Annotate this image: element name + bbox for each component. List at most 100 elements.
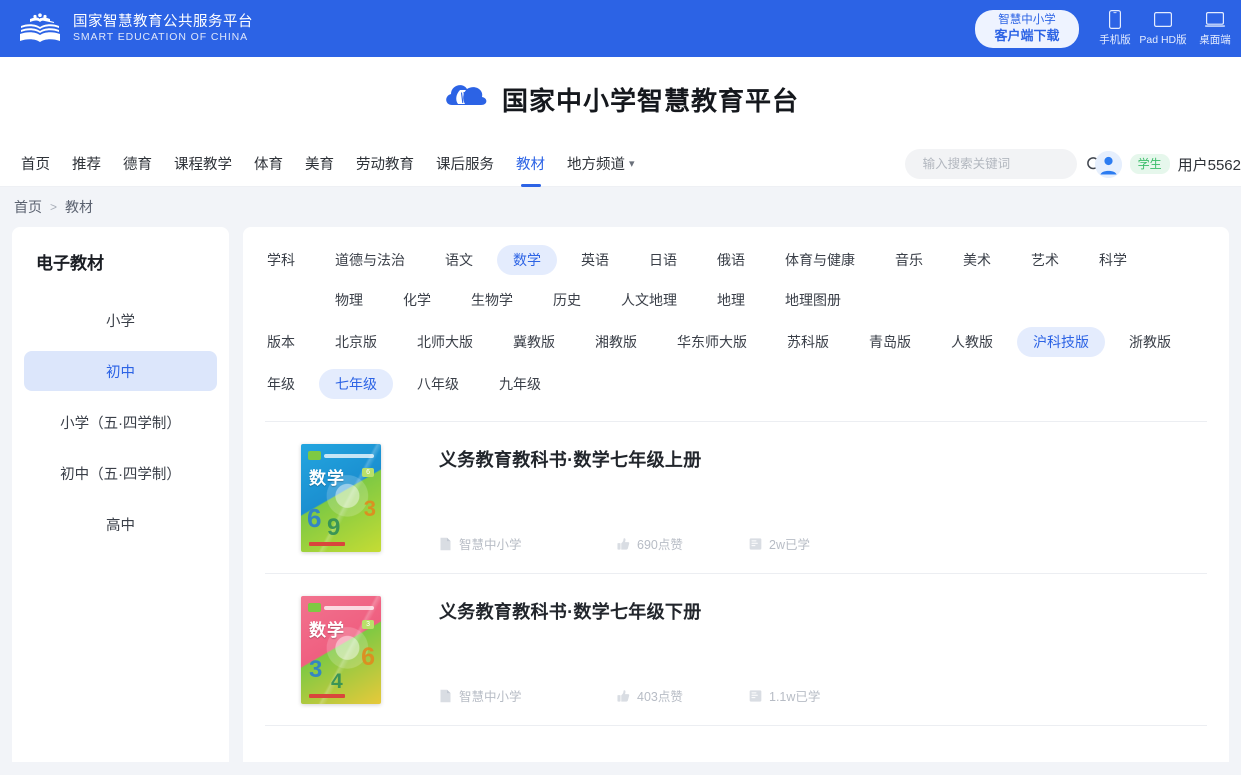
chip-subject-8[interactable]: 美术 [947, 245, 1007, 275]
sidebar-item-primary-54[interactable]: 小学（五·四学制） [24, 402, 217, 442]
avatar[interactable] [1094, 150, 1122, 178]
chip-grade-2[interactable]: 九年级 [483, 369, 557, 399]
book-list-item[interactable]: 数学 3 3 6 4 义务教育教科书·数学七年级下册 智慧中小学 403点赞 1… [265, 574, 1207, 726]
chip-subject-1[interactable]: 语文 [429, 245, 489, 275]
chip-subject-14[interactable]: 历史 [537, 285, 597, 315]
sidebar-item-primary[interactable]: 小学 [24, 300, 217, 340]
cover-header-strip [308, 451, 374, 460]
chip-label: 七年级 [335, 376, 377, 392]
nav-item-afterschool[interactable]: 课后服务 [425, 141, 505, 187]
book-title[interactable]: 义务教育教科书·数学七年级下册 [439, 598, 1207, 624]
chip-subject-13[interactable]: 生物学 [455, 285, 529, 315]
top-utility-bar: 国家智慧教育公共服务平台 SMART EDUCATION OF CHINA 智慧… [0, 0, 1241, 57]
chip-subject-16[interactable]: 地理 [701, 285, 761, 315]
topbar-actions: 智慧中小学 客户端下载 手机版 Pad HD版 桌面端 [975, 0, 1241, 57]
nav-item-local-channel[interactable]: 地方频道 ▾ [556, 141, 646, 187]
user-name: 用户5562 [1177, 156, 1241, 174]
chip-label: 道德与法治 [335, 252, 405, 268]
filter-row-grade: 年级 七年级 八年级 九年级 [265, 369, 1207, 409]
user-role-badge: 学生 [1129, 154, 1170, 174]
cloud-book-icon [442, 77, 490, 122]
chip-version-6[interactable]: 青岛版 [853, 327, 927, 357]
sidebar-item-label: 高中 [106, 517, 135, 534]
cover-seal-icon [308, 603, 321, 612]
chip-label: 俄语 [717, 252, 745, 268]
chip-label: 生物学 [471, 292, 513, 308]
nav-item-textbooks[interactable]: 教材 [505, 141, 556, 187]
nav-item-pe[interactable]: 体育 [243, 141, 294, 187]
nav-item-courses[interactable]: 课程教学 [163, 141, 243, 187]
chip-subject-11[interactable]: 物理 [319, 285, 379, 315]
chip-subject-17[interactable]: 地理图册 [769, 285, 857, 315]
search-input[interactable] [920, 156, 1086, 172]
chip-subject-10[interactable]: 科学 [1083, 245, 1143, 275]
client-download-button[interactable]: 智慧中小学 客户端下载 [975, 9, 1079, 48]
book-title[interactable]: 义务教育教科书·数学七年级上册 [439, 446, 1207, 472]
chip-subject-7[interactable]: 音乐 [879, 245, 939, 275]
book-cover-image[interactable]: 数学 6 6 9 3 [301, 444, 381, 552]
main-navigation: 首页 推荐 德育 课程教学 体育 美育 劳动教育 课后服务 教材 地方频道 ▾ … [0, 141, 1241, 187]
chip-version-0[interactable]: 北京版 [319, 327, 393, 357]
download-pad[interactable]: Pad HD版 [1137, 10, 1189, 47]
chip-subject-3[interactable]: 英语 [565, 245, 625, 275]
chip-label: 湘教版 [595, 334, 637, 350]
nav-item-arts[interactable]: 美育 [294, 141, 345, 187]
book-list-item[interactable]: 数学 6 6 9 3 义务教育教科书·数学七年级上册 智慧中小学 690点赞 2… [265, 422, 1207, 574]
chip-version-8[interactable]: 沪科技版 [1017, 327, 1105, 357]
book-meta: 智慧中小学 403点赞 1.1w已学 [439, 686, 1207, 705]
filter-row-version: 版本 北京版 北师大版 冀教版 湘教版 华东师大版 苏科版 青岛版 人教版 沪科… [265, 327, 1207, 367]
sidebar-item-label: 初中（五·四学制） [60, 466, 181, 483]
chip-version-5[interactable]: 苏科版 [771, 327, 845, 357]
download-pad-label: Pad HD版 [1139, 34, 1187, 46]
site-logo[interactable]: 国家中小学智慧教育平台 [442, 77, 799, 122]
chip-grade-0[interactable]: 七年级 [319, 369, 393, 399]
platform-logo[interactable]: 国家智慧教育公共服务平台 SMART EDUCATION OF CHINA [18, 12, 253, 46]
chip-subject-15[interactable]: 人文地理 [605, 285, 693, 315]
chip-version-3[interactable]: 湘教版 [579, 327, 653, 357]
chip-label: 科学 [1099, 252, 1127, 268]
chip-version-1[interactable]: 北师大版 [401, 327, 489, 357]
chip-subject-0[interactable]: 道德与法治 [319, 245, 421, 275]
nav-item-recommend[interactable]: 推荐 [61, 141, 112, 187]
brand-title-en: SMART EDUCATION OF CHINA [73, 30, 249, 43]
document-icon [439, 537, 452, 551]
nav-item-labor[interactable]: 劳动教育 [345, 141, 425, 187]
user-area[interactable]: 学生 用户5562 [1094, 150, 1241, 178]
chip-label: 音乐 [895, 252, 923, 268]
book-likes: 690点赞 [617, 534, 749, 553]
chip-version-7[interactable]: 人教版 [935, 327, 1009, 357]
chip-grade-1[interactable]: 八年级 [401, 369, 475, 399]
download-desktop[interactable]: 桌面端 [1189, 10, 1241, 47]
chip-subject-2[interactable]: 数学 [497, 245, 557, 275]
chip-subject-5[interactable]: 俄语 [701, 245, 761, 275]
document-icon [439, 689, 452, 703]
nav-label: 美育 [305, 157, 334, 173]
study-icon [749, 689, 762, 703]
cover-seal-icon [308, 451, 321, 460]
chip-version-2[interactable]: 冀教版 [497, 327, 571, 357]
chip-subject-12[interactable]: 化学 [387, 285, 447, 315]
search-box[interactable] [904, 149, 1102, 179]
book-learners: 2w已学 [749, 534, 810, 553]
nav-item-moral[interactable]: 德育 [112, 141, 163, 187]
chip-subject-9[interactable]: 艺术 [1015, 245, 1075, 275]
sidebar-item-senior[interactable]: 高中 [24, 504, 217, 544]
breadcrumb-item-home[interactable]: 首页 [14, 197, 42, 217]
chip-label: 苏科版 [787, 334, 829, 350]
chip-subject-6[interactable]: 体育与健康 [769, 245, 871, 275]
sidebar: 电子教材 小学 初中 小学（五·四学制） 初中（五·四学制） 高中 [12, 227, 229, 762]
nav-item-home[interactable]: 首页 [10, 141, 61, 187]
book-info: 义务教育教科书·数学七年级上册 智慧中小学 690点赞 2w已学 [439, 444, 1207, 553]
chip-version-4[interactable]: 华东师大版 [661, 327, 763, 357]
chip-subject-4[interactable]: 日语 [633, 245, 693, 275]
chip-label: 北师大版 [417, 334, 473, 350]
chip-version-9[interactable]: 浙教版 [1113, 327, 1187, 357]
breadcrumb-item-textbooks[interactable]: 教材 [65, 197, 93, 217]
sidebar-item-label: 小学（五·四学制） [60, 415, 181, 432]
download-mobile[interactable]: 手机版 [1093, 10, 1137, 47]
book-cover-image[interactable]: 数学 3 3 6 4 [301, 596, 381, 704]
sidebar-item-junior[interactable]: 初中 [24, 351, 217, 391]
chip-label: 冀教版 [513, 334, 555, 350]
sidebar-item-junior-54[interactable]: 初中（五·四学制） [24, 453, 217, 493]
open-book-icon [18, 12, 62, 46]
